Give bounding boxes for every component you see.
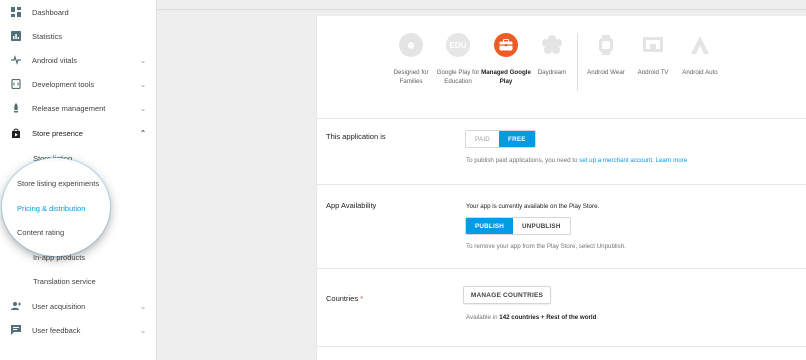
sidebar-item-store-presence[interactable]: Store presence ⌃: [0, 121, 157, 145]
store-icon: [11, 128, 21, 138]
sidebar-item-label: Development tools: [32, 79, 95, 89]
sidebar-subitem-label: Store listing experiments: [17, 178, 100, 188]
sidebar-item-dashboard[interactable]: Dashboard: [0, 0, 157, 24]
price-toggle: PAID FREE: [465, 130, 536, 148]
section-divider: [316, 118, 806, 119]
countries-count: 142 countries + Rest of the world: [499, 314, 597, 321]
chevron-down-icon[interactable]: ⌄: [139, 80, 147, 89]
sidebar-nav: Dashboard Statistics Android vitals ⌄ De…: [0, 0, 157, 360]
sidebar-item-label: Statistics: [32, 31, 63, 41]
chevron-down-icon[interactable]: ⌄: [139, 56, 147, 65]
sidebar-item-label: Android vitals: [32, 55, 78, 65]
free-option[interactable]: FREE: [499, 131, 535, 147]
chevron-down-icon[interactable]: ⌄: [139, 326, 147, 335]
pricing-label: This application is: [326, 132, 386, 141]
sidebar-item-user-acquisition[interactable]: User acquisition ⌄: [0, 294, 157, 318]
unpublish-button[interactable]: UNPUBLISH: [513, 218, 570, 234]
required-mark: *: [360, 294, 364, 303]
countries-available-prefix: Available in: [466, 314, 500, 321]
user-acquisition-icon: [11, 301, 21, 311]
sidebar-subitem-label: Translation service: [33, 276, 96, 286]
device-option-auto[interactable]: Android Auto: [672, 33, 728, 77]
chevron-up-icon[interactable]: ⌃: [139, 129, 147, 138]
sidebar-subitem-pricing-distribution[interactable]: Pricing & distribution: [0, 196, 157, 220]
dashboard-icon: [11, 7, 21, 17]
feedback-icon: [11, 325, 21, 335]
sidebar-subitem-translation-service[interactable]: Translation service: [0, 269, 157, 293]
learn-more-link[interactable]: Learn more: [656, 157, 688, 164]
sidebar-subitem-label: Pricing & distribution: [17, 203, 86, 213]
section-divider: [316, 268, 806, 269]
sidebar-item-label: Release management: [32, 103, 106, 113]
auto-icon: [688, 33, 712, 57]
manage-countries-button[interactable]: MANAGE COUNTRIES: [463, 286, 551, 304]
section-divider: [316, 346, 806, 347]
device-label: Daydream: [537, 69, 567, 76]
availability-hint: To remove your app from the Play Store, …: [466, 243, 626, 250]
countries-availability: Available in 142 countries + Rest of the…: [466, 314, 598, 321]
tv-icon: [641, 33, 665, 57]
managed-play-icon: [494, 33, 518, 57]
sidebar-item-release-management[interactable]: Release management ⌄: [0, 96, 157, 120]
availability-status: Your app is currently available on the P…: [466, 203, 600, 210]
countries-label: Countries *: [326, 294, 363, 303]
vitals-icon: [11, 55, 21, 65]
sidebar-subitem-content-rating[interactable]: Content rating: [0, 220, 157, 244]
chevron-down-icon[interactable]: ⌄: [139, 302, 147, 311]
sidebar-item-android-vitals[interactable]: Android vitals ⌄: [0, 48, 157, 72]
sidebar-item-development-tools[interactable]: Development tools ⌄: [0, 72, 157, 96]
education-icon: EDU: [446, 33, 470, 57]
wear-icon: [594, 33, 618, 57]
chevron-down-icon[interactable]: ⌄: [139, 104, 147, 113]
sidebar-item-label: Store presence: [32, 128, 83, 138]
availability-label: App Availability: [326, 201, 377, 210]
pricing-hint: To publish paid applications, you need t…: [466, 157, 687, 164]
sidebar-subitem-in-app-products[interactable]: In-app products: [0, 245, 157, 269]
sidebar-subitem-label: In-app products: [33, 252, 86, 262]
sidebar-subitem-label: Content rating: [17, 227, 65, 237]
section-divider: [316, 184, 806, 185]
dev-tools-icon: [11, 79, 21, 89]
sidebar-item-label: Dashboard: [32, 7, 69, 17]
daydream-icon: [540, 33, 564, 57]
sidebar-subitem-store-listing-experiments[interactable]: Store listing experiments: [0, 171, 157, 195]
sidebar-item-label: User acquisition: [32, 301, 86, 311]
device-label: Android Auto: [682, 69, 718, 76]
device-option-daydream[interactable]: Daydream: [524, 33, 580, 77]
sidebar-item-user-feedback[interactable]: User feedback ⌄: [0, 318, 157, 342]
countries-label-text: Countries: [326, 294, 359, 303]
publish-toggle: PUBLISH UNPUBLISH: [465, 217, 571, 235]
header-divider: [157, 9, 806, 10]
publish-button[interactable]: PUBLISH: [466, 218, 514, 234]
sidebar-item-statistics[interactable]: Statistics: [0, 24, 157, 48]
release-icon: [11, 103, 21, 113]
statistics-icon: [11, 31, 21, 41]
merchant-account-link[interactable]: set up a merchant account: [579, 157, 652, 164]
paid-option[interactable]: PAID: [466, 131, 500, 147]
sidebar-item-label: User feedback: [32, 325, 81, 335]
pricing-hint-text: To publish paid applications, you need t…: [466, 157, 580, 164]
countries-available-suffix: .: [596, 314, 599, 321]
families-icon: [399, 33, 423, 57]
